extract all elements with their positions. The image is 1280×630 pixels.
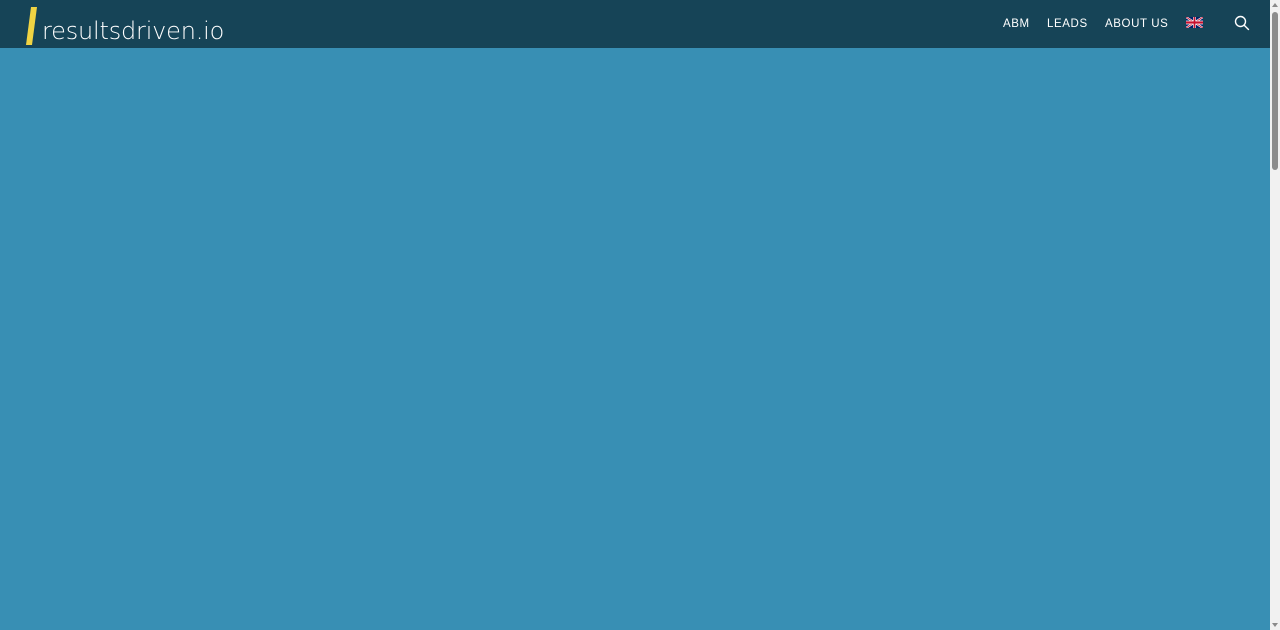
nav-item-abm[interactable]: ABM: [1003, 18, 1030, 30]
nav-item-about-us[interactable]: ABOUT US: [1105, 18, 1168, 30]
logo-slash-icon: [26, 7, 37, 45]
scroll-up-arrow-icon[interactable]: [1272, 3, 1278, 7]
search-icon[interactable]: [1234, 15, 1250, 31]
logo-text: resultsdriven.io: [42, 16, 225, 45]
scrollbar-thumb[interactable]: [1272, 12, 1278, 170]
scroll-down-arrow-icon[interactable]: [1272, 623, 1278, 627]
browser-viewport: resultsdriven.io ABM LEADS ABOUT US: [0, 0, 1280, 630]
site-logo[interactable]: resultsdriven.io: [26, 6, 224, 46]
nav-item-leads[interactable]: LEADS: [1047, 18, 1088, 30]
uk-flag-icon[interactable]: [1186, 17, 1203, 28]
vertical-scrollbar[interactable]: [1270, 0, 1280, 630]
page-content: resultsdriven.io ABM LEADS ABOUT US: [0, 0, 1270, 630]
site-header: resultsdriven.io ABM LEADS ABOUT US: [0, 0, 1270, 48]
